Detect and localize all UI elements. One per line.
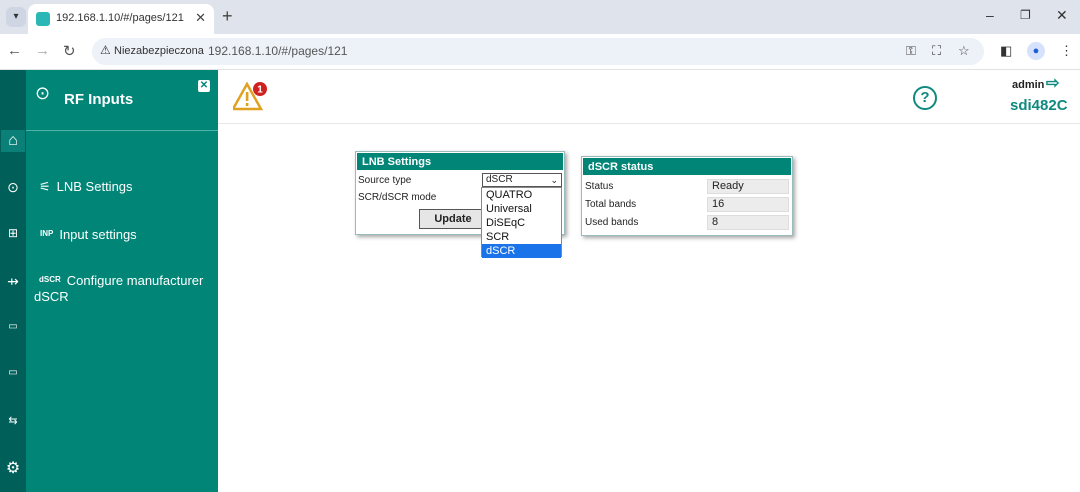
update-button[interactable]: Update (419, 209, 487, 229)
scr-mode-label: SCR/dSCR mode (358, 192, 437, 203)
rf-inputs-icon: ⊙ (35, 83, 51, 103)
dscr-status-title: dSCR status (582, 157, 792, 176)
browser-menu-icon[interactable]: ⋮ (1060, 43, 1073, 59)
user-name: admin (1012, 79, 1045, 91)
address-bar[interactable]: ⚠ Niezabezpieczona 192.168.1.10/#/pages/… (92, 38, 984, 65)
network-icon[interactable]: ⇆ (1, 410, 25, 432)
not-secure-icon[interactable]: ⚠ (100, 43, 111, 57)
source-type-select[interactable]: dSCR ⌄ (482, 173, 562, 187)
home-icon[interactable]: ⌂ (1, 130, 25, 152)
back-icon[interactable]: ← (7, 42, 22, 59)
option-universal[interactable]: Universal (482, 202, 561, 216)
option-dscr[interactable]: dSCR (482, 244, 561, 258)
favicon-icon (36, 12, 50, 26)
close-window-icon[interactable]: ✕ (1056, 7, 1068, 24)
used-bands-row: Used bands 8 (583, 214, 791, 232)
total-bands-value: 16 (707, 197, 789, 212)
sidebar-item-input-settings[interactable]: INP Input settings (40, 227, 137, 242)
password-key-icon[interactable]: ⚿ (906, 43, 916, 59)
chevron-down-icon: ⌄ (550, 175, 558, 185)
sidebar-item-configure-dscr[interactable]: dSCR Configure manufacturer dSCR (34, 272, 214, 305)
logout-icon[interactable]: ⇨ (1046, 73, 1059, 93)
forward-icon[interactable]: → (35, 42, 50, 59)
total-bands-label: Total bands (585, 199, 637, 210)
minimize-icon[interactable]: – (986, 7, 994, 23)
rf-input-icon[interactable]: ⊙ (1, 176, 25, 198)
input-settings-icon: INP (40, 229, 54, 238)
dscr-status-panel: dSCR status Status Ready Total bands 16 … (581, 156, 793, 236)
menu-title: RF Inputs (64, 91, 134, 108)
profile-avatar-icon[interactable]: ● (1027, 42, 1045, 60)
option-scr[interactable]: SCR (482, 230, 561, 244)
sidebar-item-label: LNB Settings (56, 179, 133, 194)
option-diseqc[interactable]: DiSEqC (482, 216, 561, 230)
dscr-icon: dSCR (39, 275, 61, 284)
sidebar-item-label: Input settings (59, 227, 137, 242)
restore-icon[interactable]: ❐ (1020, 8, 1031, 22)
status-label: Status (585, 181, 614, 192)
source-type-dropdown: QUATRO Universal DiSEqC SCR dSCR (481, 187, 562, 258)
total-bands-row: Total bands 16 (583, 196, 791, 214)
used-bands-value: 8 (707, 215, 789, 230)
source-type-value: dSCR (486, 174, 513, 185)
browser-tabstrip: ▾ 192.168.1.10/#/pages/121 ✕ + – ❐ ✕ (0, 0, 1080, 34)
usb-icon[interactable]: ⇸ (1, 270, 25, 292)
bookmark-star-icon[interactable]: ☆ (958, 43, 970, 59)
status-row: Status Ready (583, 178, 791, 196)
source-type-label: Source type (358, 175, 412, 186)
translate-icon[interactable]: ⛶ (932, 43, 941, 59)
browser-toolbar: ← → ↻ ⚠ Niezabezpieczona 192.168.1.10/#/… (0, 34, 1080, 70)
cam-slot-1-icon[interactable]: ▭ (1, 316, 25, 338)
sidebar-item-lnb-settings[interactable]: ⚟ LNB Settings (39, 179, 133, 195)
help-icon[interactable]: ? (913, 86, 937, 110)
new-tab-button[interactable]: + (222, 6, 233, 27)
tab-title: 192.168.1.10/#/pages/121 (56, 12, 184, 24)
menu-divider (26, 130, 218, 131)
device-name: sdi482C (1010, 97, 1068, 114)
security-label[interactable]: Niezabezpieczona (114, 45, 204, 57)
option-quatro[interactable]: QUATRO (482, 188, 561, 202)
modulator-icon[interactable]: ⊞ (1, 222, 25, 244)
settings-gear-icon[interactable]: ⚙ (1, 458, 25, 480)
url-text[interactable]: 192.168.1.10/#/pages/121 (208, 44, 347, 58)
alert-count-badge: 1 (257, 85, 263, 96)
status-value: Ready (707, 179, 789, 194)
alert-warning-icon[interactable]: 1 (233, 80, 267, 112)
cam-slot-2-icon[interactable]: ▭ (1, 362, 25, 384)
browser-tab[interactable]: 192.168.1.10/#/pages/121 ✕ (28, 4, 214, 34)
tab-search-icon[interactable]: ▾ (6, 7, 26, 27)
side-menu: ⊙ RF Inputs ✕ ⚟ LNB Settings INP Input set… (26, 70, 218, 492)
icon-rail: ⌂ ⊙ ⊞ ⇸ ▭ ▭ ⇆ ⚙ (0, 70, 26, 492)
close-menu-icon[interactable]: ✕ (198, 80, 210, 92)
reload-icon[interactable]: ↻ (63, 42, 76, 60)
side-panel-icon[interactable]: ◧ (1000, 43, 1012, 59)
tab-close-icon[interactable]: ✕ (195, 10, 206, 26)
satellite-dish-icon: ⚟ (39, 179, 51, 194)
app-header: 1 ? admin ⇨ sdi482C (218, 70, 1080, 124)
used-bands-label: Used bands (585, 217, 639, 228)
lnb-settings-title: LNB Settings (356, 152, 564, 171)
